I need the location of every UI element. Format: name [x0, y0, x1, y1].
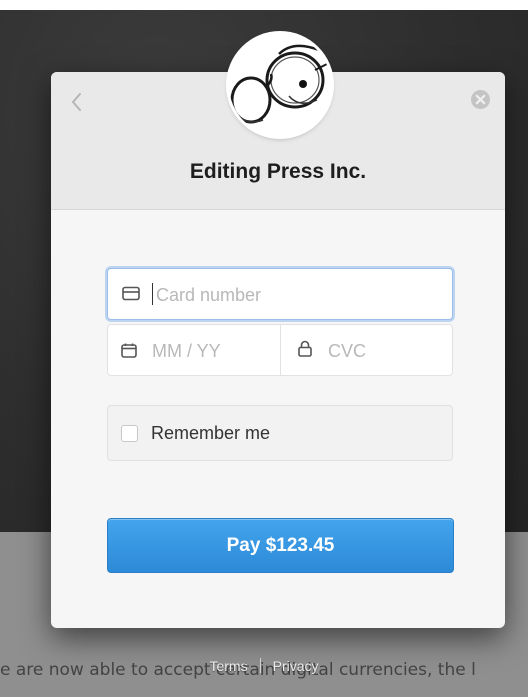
- page-top-strip: [0, 0, 528, 10]
- card-number-field[interactable]: [107, 268, 453, 320]
- privacy-link[interactable]: Privacy: [273, 658, 319, 674]
- back-button[interactable]: [68, 90, 86, 114]
- remember-me-option[interactable]: Remember me: [107, 405, 453, 461]
- merchant-logo: [229, 34, 331, 136]
- remember-me-checkbox[interactable]: [121, 425, 138, 442]
- footer-links: Terms Privacy: [0, 658, 528, 674]
- glasses-logo-image: [229, 34, 331, 136]
- close-icon: [471, 90, 490, 109]
- remember-me-label: Remember me: [151, 423, 271, 443]
- card-number-input[interactable]: [154, 282, 438, 308]
- close-button[interactable]: [470, 89, 491, 110]
- checkout-modal: Editing Press Inc. Card number MM / YY C…: [51, 34, 505, 628]
- merchant-name: Editing Press Inc.: [189, 160, 367, 183]
- calendar-icon: [121, 343, 137, 358]
- text-cursor: [152, 283, 153, 305]
- lock-icon: [298, 340, 312, 357]
- expiry-cvc-row: [107, 324, 453, 376]
- field-divider: [280, 325, 281, 375]
- pay-button[interactable]: Pay $123.45: [107, 518, 454, 573]
- credit-card-icon: [122, 286, 140, 301]
- chevron-left-icon: [72, 93, 81, 111]
- footer-separator: [259, 658, 261, 673]
- expiry-input[interactable]: [150, 338, 276, 364]
- terms-link[interactable]: Terms: [209, 658, 247, 674]
- cvc-input[interactable]: [326, 338, 440, 364]
